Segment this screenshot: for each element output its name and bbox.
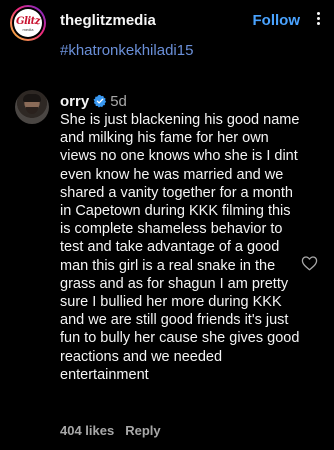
commenter-avatar[interactable] — [15, 90, 49, 124]
follow-button[interactable]: Follow — [253, 12, 301, 29]
brand-logo: Glitz media — [14, 9, 42, 37]
account-name[interactable]: theglitzmedia — [60, 12, 156, 29]
heart-icon[interactable] — [301, 255, 318, 271]
avatar-hair — [23, 94, 41, 102]
comment-timestamp: 5d — [110, 93, 127, 110]
account-avatar[interactable]: Glitz media — [10, 5, 46, 41]
commenter-username[interactable]: orry — [60, 93, 89, 110]
verified-badge-icon — [93, 94, 107, 108]
comment-body: She is just blackening his good name and… — [60, 112, 300, 383]
hashtag-link[interactable]: #khatronkekhiladi15 — [60, 41, 320, 56]
comment-meta: orry 5d — [60, 93, 127, 111]
likes-count[interactable]: 404 likes — [60, 423, 114, 438]
avatar-beard — [26, 107, 38, 114]
avatar-border: Glitz media — [12, 7, 44, 39]
more-icon[interactable] — [310, 10, 326, 30]
logo-subtext: media — [22, 27, 34, 32]
logo-text: Glitz — [16, 16, 40, 27]
comment-footer: 404 likes Reply — [60, 423, 161, 438]
post-header: Glitz media theglitzmedia Follow — [0, 0, 334, 44]
reply-button[interactable]: Reply — [125, 423, 160, 438]
